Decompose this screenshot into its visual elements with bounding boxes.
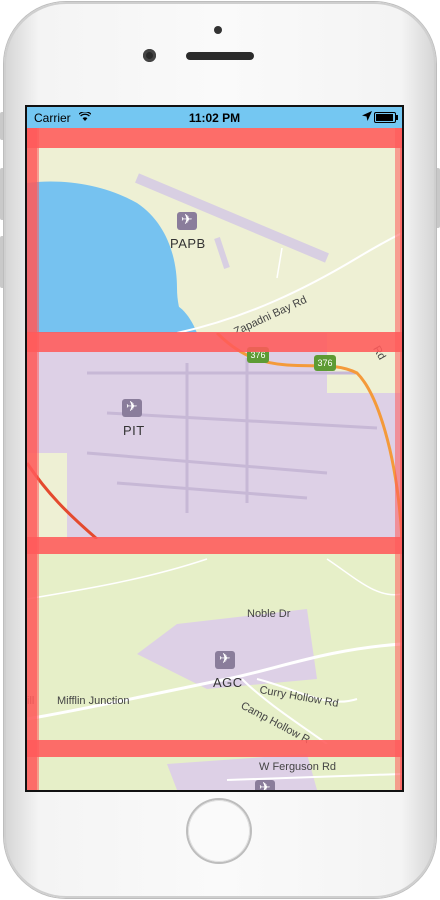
highway-number: 376 [250, 350, 266, 360]
airport-icon: ✈ [122, 398, 142, 417]
proximity-sensor [214, 26, 222, 34]
highway-shield-icon: 376 [314, 355, 336, 371]
battery-fill [376, 114, 393, 121]
screen: Carrier 11:02 PM ✈ PAPB Zapadni Bay Rd 3… [25, 105, 404, 792]
road-label: Mifflin Junction [57, 695, 130, 707]
map-tile-pit[interactable]: 376 376 ✈ PIT Rd [27, 333, 402, 539]
highway-shield-icon: 376 [247, 347, 269, 363]
front-camera [143, 49, 156, 62]
road-label: ill [27, 695, 35, 707]
airport-icon: ✈ [177, 211, 197, 230]
map-tile-papb[interactable]: ✈ PAPB Zapadni Bay Rd [27, 128, 402, 333]
airport-icon: ✈ [255, 779, 275, 790]
highway-number: 376 [317, 358, 333, 368]
airport-code-label: PAPB [170, 236, 206, 251]
map-tile-agc[interactable]: Noble Dr ✈ AGC ill Mifflin Junction Curr… [27, 539, 402, 744]
tile-map-graphic [27, 558, 402, 744]
tile-map-graphic [27, 333, 402, 539]
tile-map-graphic [167, 754, 402, 790]
home-button[interactable] [188, 800, 250, 862]
airport-icon: ✈ [215, 650, 235, 669]
airport-code-label: AGC [213, 675, 243, 690]
earpiece-speaker [186, 52, 254, 60]
road-label: Noble Dr [247, 608, 291, 620]
road-label: W Ferguson Rd [259, 761, 337, 773]
map-tile-bottom[interactable]: W Ferguson Rd ✈ [27, 744, 402, 790]
clock: 11:02 PM [188, 111, 241, 125]
iphone-device: Carrier 11:02 PM ✈ PAPB Zapadni Bay Rd 3… [0, 0, 440, 900]
battery-icon [374, 112, 398, 123]
status-bar: Carrier 11:02 PM [27, 107, 402, 128]
tile-map-graphic [27, 173, 402, 333]
location-arrow-icon [362, 111, 372, 121]
airport-code-label: PIT [123, 423, 145, 438]
